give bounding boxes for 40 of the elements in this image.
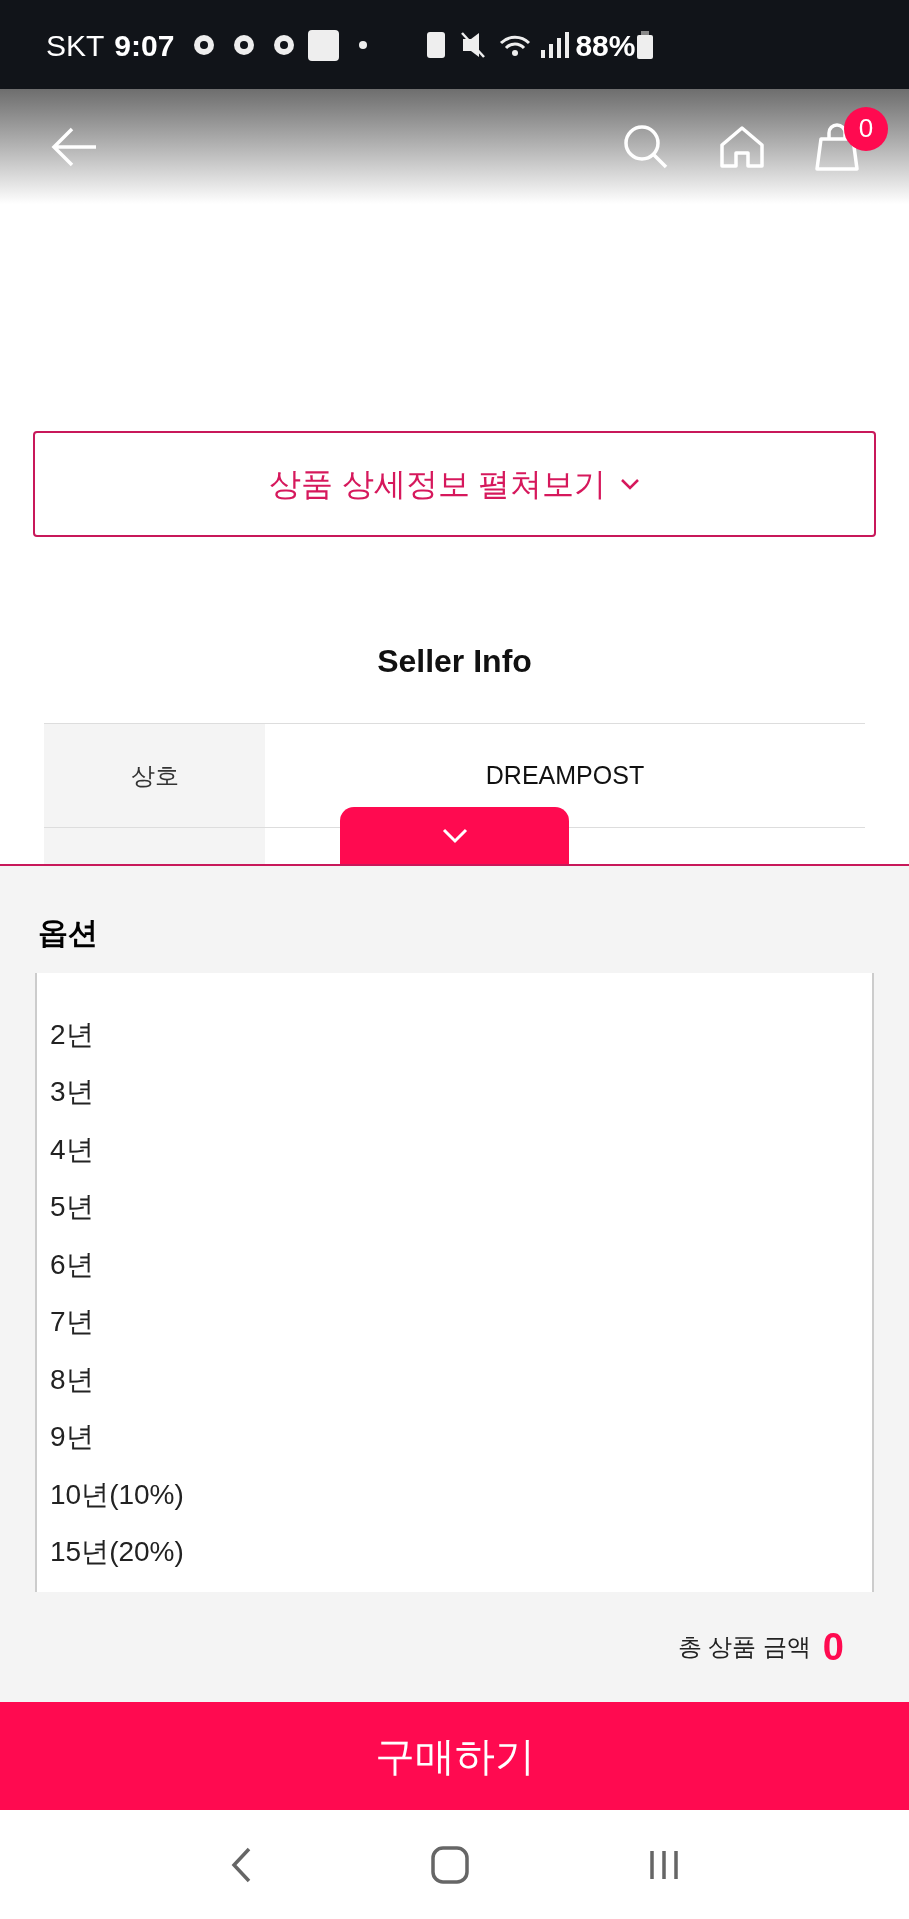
option-item[interactable]: 5년 [37,1178,872,1236]
app-notification-icon [272,33,297,57]
carrier: SKT [46,27,105,64]
option-item[interactable]: 7년 [37,1293,872,1351]
chevron-down-icon [441,827,468,844]
search-icon[interactable] [623,123,669,170]
app-notification-icon [192,33,217,57]
back-arrow-icon[interactable] [50,125,98,168]
home-nav-icon[interactable] [430,1845,469,1884]
home-icon[interactable] [719,124,765,169]
option-item[interactable]: 9년 [37,1408,872,1466]
option-item[interactable]: 2년 [37,1006,872,1064]
option-item[interactable]: 15년(20%) [37,1523,872,1581]
shopping-bag-icon[interactable] [815,122,859,171]
option-item[interactable]: 6년 [37,1236,872,1294]
clock: 9:07 [114,27,175,64]
battery-icon [637,31,654,59]
expand-details-button[interactable]: 상품 상세정보 펼쳐보기 [33,431,876,537]
recent-apps-icon[interactable] [647,1848,680,1881]
battery-percent: 88% [575,27,636,64]
back-nav-icon[interactable] [229,1846,252,1883]
option-title: 옵션 [37,915,99,951]
option-item[interactable]: 4년 [37,1121,872,1179]
wifi-icon [499,33,532,57]
signal-icon [541,32,570,58]
option-item[interactable]: 3년 [37,1063,872,1121]
dot-icon [359,41,368,49]
mute-icon [461,31,488,59]
section-title: Seller Info [376,642,533,681]
option-item[interactable]: 8년 [37,1351,872,1409]
table-header-cell: 상호 [44,724,265,827]
total-amount: 0 [822,1624,844,1670]
table-cell-text: DREAMPOST [484,759,646,791]
app-notification-icon [232,33,257,57]
option-item[interactable]: 10년(10%) [37,1466,872,1524]
buy-button[interactable]: 구매하기 [0,1702,909,1810]
cart-count-badge: 0 [844,106,888,151]
total-label: 총 상품 금액 [677,1632,811,1662]
chevron-down-icon [620,478,641,490]
app-square-icon [308,29,340,61]
